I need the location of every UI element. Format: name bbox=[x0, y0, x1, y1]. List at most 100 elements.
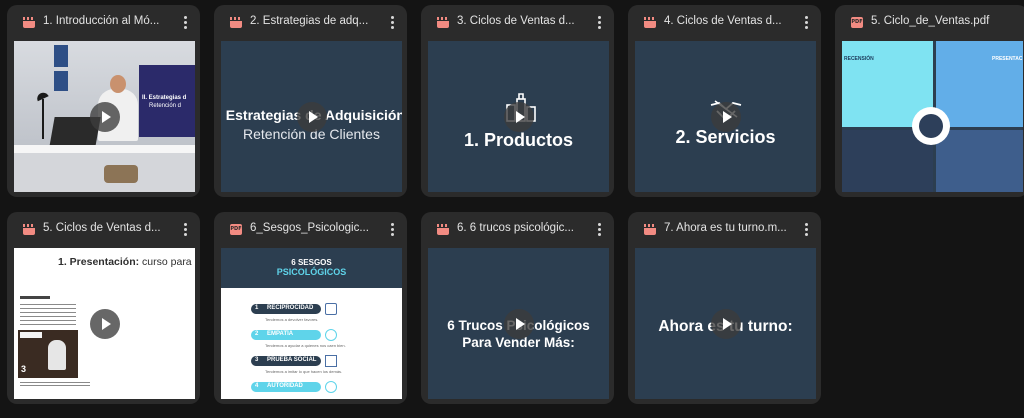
acoustic-panel bbox=[54, 71, 68, 91]
video-thumbnail[interactable]: 2. Servicios bbox=[635, 41, 816, 192]
screen-text: Retención d bbox=[149, 103, 182, 109]
more-options-icon[interactable] bbox=[803, 223, 809, 237]
video-thumbnail[interactable]: II. Estrategias d Retención d bbox=[14, 41, 195, 192]
desk-lamp bbox=[42, 99, 44, 139]
video-file-icon bbox=[230, 17, 242, 28]
desk bbox=[14, 145, 195, 153]
more-options-icon[interactable] bbox=[182, 223, 188, 237]
file-card-3[interactable]: 3. Ciclos de Ventas d... 1. Productos bbox=[421, 5, 614, 197]
bias-description: Tendemos a imitar lo que hacen los demás… bbox=[265, 369, 343, 374]
video-thumbnail[interactable]: 1. Presentación: curso para pri 3 bbox=[14, 248, 195, 399]
play-icon[interactable] bbox=[503, 308, 534, 339]
file-card-header: 6. 6 trucos psicológic... bbox=[421, 212, 614, 248]
file-title: 7. Ahora es tu turno.m... bbox=[664, 222, 787, 234]
bias-number: 2 bbox=[255, 331, 259, 337]
video-file-icon bbox=[644, 17, 656, 28]
play-icon[interactable] bbox=[710, 308, 741, 339]
bias-label: PRUEBA SOCIAL bbox=[267, 357, 317, 363]
bias-label: EMPATÍA bbox=[267, 331, 294, 337]
bias-label: RECIPROCIDAD bbox=[267, 305, 314, 311]
bias-item: 1 RECIPROCIDAD bbox=[251, 304, 321, 314]
bias-icon bbox=[325, 303, 337, 315]
play-icon[interactable] bbox=[503, 101, 534, 132]
slide-title: 1. Productos bbox=[463, 130, 574, 150]
more-options-icon[interactable] bbox=[596, 223, 602, 237]
pdf-file-icon: PDF bbox=[851, 17, 863, 28]
file-card-9[interactable]: 7. Ahora es tu turno.m... Ahora es tu tu… bbox=[628, 212, 821, 404]
screen-text: II. Estrategias d bbox=[142, 95, 187, 101]
video-badge: 3 bbox=[21, 364, 27, 374]
bias-number: 3 bbox=[255, 357, 259, 363]
pdf-file-icon: PDF bbox=[230, 224, 242, 235]
quadrant-label: RECENSIÓN bbox=[844, 56, 874, 62]
post-header bbox=[20, 296, 50, 299]
file-title: 6. 6 trucos psicológic... bbox=[457, 222, 574, 234]
video-thumbnail[interactable]: 1. Productos bbox=[428, 41, 609, 192]
post-text bbox=[20, 304, 76, 328]
video-thumbnail[interactable]: 6 Trucos Psicológicos Para Vender Más: bbox=[428, 248, 609, 399]
video-file-icon bbox=[437, 224, 449, 235]
video-file-icon bbox=[437, 17, 449, 28]
bias-item: 2 EMPATÍA bbox=[251, 330, 321, 340]
file-card-header: 3. Ciclos de Ventas d... bbox=[421, 5, 614, 41]
more-options-icon[interactable] bbox=[389, 223, 395, 237]
file-title: 5. Ciclo_de_Ventas.pdf bbox=[871, 15, 990, 27]
file-card-header: 4. Ciclos de Ventas d... bbox=[628, 5, 821, 41]
bias-item: 4 AUTORIDAD bbox=[251, 382, 321, 392]
file-title: 2. Estrategias de adq... bbox=[250, 15, 369, 27]
more-options-icon[interactable] bbox=[803, 16, 809, 30]
bias-description: Tendemos a devolver favores. bbox=[265, 317, 319, 322]
file-card-1[interactable]: 1. Introducción al Mó... II. Estrategias… bbox=[7, 5, 200, 197]
bias-number: 4 bbox=[255, 383, 259, 389]
doc-title: PSICOLÓGICOS bbox=[276, 267, 347, 277]
file-card-header: 2. Estrategias de adq... bbox=[214, 5, 407, 41]
cycle-center bbox=[919, 114, 943, 138]
pdf-thumbnail[interactable]: RECENSIÓN PRESENTAC bbox=[842, 41, 1023, 192]
file-card-5[interactable]: PDF 5. Ciclo_de_Ventas.pdf RECENSIÓN PRE… bbox=[835, 5, 1024, 197]
more-options-icon[interactable] bbox=[182, 16, 188, 30]
file-card-6[interactable]: 5. Ciclos de Ventas d... 1. Presentación… bbox=[7, 212, 200, 404]
presenter-head bbox=[110, 75, 126, 93]
chair bbox=[104, 165, 138, 183]
file-card-header: 5. Ciclos de Ventas d... bbox=[7, 212, 200, 248]
more-options-icon[interactable] bbox=[596, 16, 602, 30]
file-title: 6_Sesgos_Psicologic... bbox=[250, 222, 369, 234]
bias-icon bbox=[325, 355, 337, 367]
quadrant-bottom-right bbox=[936, 130, 1023, 192]
video-file-icon bbox=[23, 17, 35, 28]
acoustic-panel bbox=[54, 45, 68, 67]
quadrant-top-right bbox=[936, 41, 1023, 127]
bias-icon bbox=[325, 381, 337, 393]
play-icon[interactable] bbox=[296, 101, 327, 132]
presentation-screen: II. Estrategias d Retención d bbox=[139, 65, 195, 137]
doc-header: 6 SESGOS PSICOLÓGICOS bbox=[221, 248, 402, 288]
presenter bbox=[48, 340, 66, 370]
file-card-8[interactable]: 6. 6 trucos psicológic... 6 Trucos Psico… bbox=[421, 212, 614, 404]
play-icon[interactable] bbox=[89, 308, 120, 339]
file-card-2[interactable]: 2. Estrategias de adq... . Estrategias d… bbox=[214, 5, 407, 197]
file-card-header: 7. Ahora es tu turno.m... bbox=[628, 212, 821, 248]
bias-icon bbox=[325, 329, 337, 341]
file-title: 4. Ciclos de Ventas d... bbox=[664, 15, 782, 27]
embedded-video: 3 bbox=[18, 330, 78, 378]
video-file-icon bbox=[23, 224, 35, 235]
play-icon[interactable] bbox=[710, 101, 741, 132]
file-title: 3. Ciclos de Ventas d... bbox=[457, 15, 575, 27]
bias-number: 1 bbox=[255, 305, 259, 311]
more-options-icon[interactable] bbox=[389, 16, 395, 30]
file-card-header: PDF 5. Ciclo_de_Ventas.pdf bbox=[835, 5, 1024, 41]
video-thumbnail[interactable]: Ahora es tu turno: bbox=[635, 248, 816, 399]
doc-title: 6 SESGOS bbox=[291, 258, 332, 267]
play-icon[interactable] bbox=[89, 101, 120, 132]
file-card-header: 1. Introducción al Mó... bbox=[7, 5, 200, 41]
bias-item: 3 PRUEBA SOCIAL bbox=[251, 356, 321, 366]
file-card-7[interactable]: PDF 6_Sesgos_Psicologic... 6 SESGOS PSIC… bbox=[214, 212, 407, 404]
file-card-header: PDF 6_Sesgos_Psicologic... bbox=[214, 212, 407, 248]
pdf-thumbnail[interactable]: 6 SESGOS PSICOLÓGICOS 1 RECIPROCIDAD Ten… bbox=[221, 248, 402, 399]
post-footer bbox=[20, 382, 90, 387]
video-thumbnail[interactable]: . Estrategias de Adquisición Retención d… bbox=[221, 41, 402, 192]
video-file-icon bbox=[644, 224, 656, 235]
file-card-4[interactable]: 4. Ciclos de Ventas d... 2. Servicios bbox=[628, 5, 821, 197]
bias-description: Tendemos a ayudar a quienes nos caen bie… bbox=[265, 343, 346, 348]
file-title: 5. Ciclos de Ventas d... bbox=[43, 222, 161, 234]
